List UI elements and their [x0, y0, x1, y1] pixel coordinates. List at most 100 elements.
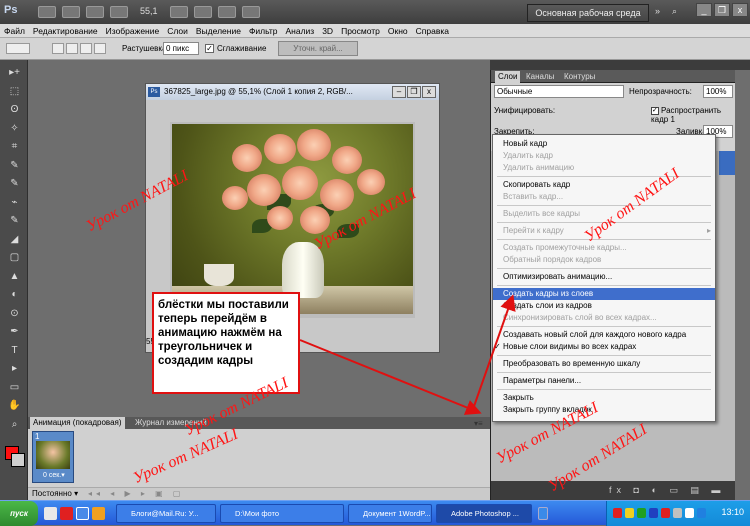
new-selection-icon[interactable]	[52, 43, 64, 54]
tray-network-icon[interactable]	[697, 508, 706, 518]
propagate-check-icon[interactable]: ✓	[651, 106, 659, 115]
arrange-documents-icon[interactable]	[218, 6, 236, 18]
menu-help[interactable]: Справка	[412, 24, 453, 38]
menu-image[interactable]: Изображение	[102, 24, 164, 38]
menu-file[interactable]: Файл	[0, 24, 29, 38]
document-restore-button[interactable]: ❐	[407, 86, 421, 98]
taskbar-item-folder[interactable]: D:\Мои фото	[220, 504, 344, 523]
tray-icon[interactable]	[649, 508, 658, 518]
lasso-preset-icon[interactable]	[6, 43, 30, 54]
clock[interactable]: 13:10	[721, 507, 744, 517]
start-button[interactable]: пуск	[0, 501, 38, 526]
workspace-switcher[interactable]: Основная рабочая среда	[527, 4, 649, 22]
mini-bridge-icon[interactable]	[62, 6, 80, 18]
selected-layer-row[interactable]	[719, 151, 735, 175]
tool-icon[interactable]: ✋	[7, 399, 22, 413]
menu-view[interactable]: Просмотр	[337, 24, 384, 38]
tray-opera-icon[interactable]	[613, 508, 622, 518]
zoom-level[interactable]: 55,1	[140, 6, 158, 16]
menu-edit[interactable]: Редактирование	[29, 24, 102, 38]
menu-item[interactable]: Создать кадры из слоев	[493, 288, 715, 300]
intersect-selection-icon[interactable]	[94, 43, 106, 54]
feather-input[interactable]: 0 пикс	[163, 42, 199, 55]
menu-item[interactable]: Закрыть группу вкладок	[493, 404, 715, 416]
tool-icon[interactable]: ▸+	[7, 66, 22, 80]
tool-icon[interactable]: ✎	[7, 159, 22, 173]
screen-mode-icon[interactable]	[242, 6, 260, 18]
menu-filter[interactable]: Фильтр	[245, 24, 282, 38]
tool-icon[interactable]: ⌁	[7, 196, 22, 210]
background-color-swatch[interactable]	[11, 453, 25, 467]
tool-icon[interactable]: ʘ	[7, 103, 22, 117]
frame-delay[interactable]: 0 сек.▾	[43, 471, 65, 479]
zoom-level-icon[interactable]	[110, 6, 128, 18]
tab-channels[interactable]: Каналы	[523, 71, 557, 83]
taskbar-item-word[interactable]: Документ 1WordP...	[348, 504, 432, 523]
subtract-selection-icon[interactable]	[80, 43, 92, 54]
close-button[interactable]: x	[732, 3, 748, 17]
workspace-more-icon[interactable]: »	[655, 6, 667, 18]
browser-icon[interactable]	[76, 507, 89, 520]
tool-icon[interactable]: ⌗	[7, 140, 22, 154]
tool-icon[interactable]: ⬚	[7, 85, 22, 99]
taskbar-more-icon[interactable]	[538, 507, 548, 520]
document-close-button[interactable]: x	[422, 86, 436, 98]
animation-panel-menu-icon[interactable]: ▾≡	[474, 419, 486, 428]
animation-frame[interactable]: 1 0 сек.▾	[32, 431, 74, 483]
menu-window[interactable]: Окно	[384, 24, 412, 38]
tab-paths[interactable]: Контуры	[561, 71, 598, 83]
tab-layers[interactable]: Слои	[495, 71, 521, 83]
tray-icon[interactable]	[625, 508, 634, 518]
tool-icon[interactable]: ◐	[7, 288, 22, 302]
tool-icon[interactable]: ◢	[7, 233, 22, 247]
tool-icon[interactable]: ✎	[7, 177, 22, 191]
folder-icon[interactable]	[92, 507, 105, 520]
tool-icon[interactable]: ▲	[7, 270, 22, 284]
loop-select[interactable]: Постоянно ▾	[32, 489, 78, 498]
menu-item[interactable]: Создать слои из кадров	[493, 300, 715, 312]
menu-select[interactable]: Выделение	[192, 24, 245, 38]
menu-item[interactable]: Создавать новый слой для каждого нового …	[493, 329, 715, 341]
menu-layers[interactable]: Слои	[163, 24, 192, 38]
view-extras-icon[interactable]	[86, 6, 104, 18]
playback-buttons[interactable]: ◂◂ ◂ ▶ ▸ ▣ ▢	[88, 489, 184, 498]
restore-button[interactable]: ❐	[714, 3, 730, 17]
menu-item[interactable]: Закрыть	[493, 392, 715, 404]
tool-icon[interactable]: ▢	[7, 251, 22, 265]
layers-bottom-icons[interactable]: fx ◘ ◐ ▭ ▤ ▬	[491, 481, 735, 500]
menu-item[interactable]: Новый кадр	[493, 138, 715, 150]
tab-animation[interactable]: Анимация (покадровая)	[30, 417, 125, 429]
tray-volume-icon[interactable]	[685, 508, 694, 518]
menu-item[interactable]: Преобразовать во временную шкалу	[493, 358, 715, 370]
tool-icon[interactable]: ✒	[7, 325, 22, 339]
propagate-frame-checkbox[interactable]: ✓ Распространить кадр 1	[651, 106, 735, 124]
tool-icon[interactable]: ✧	[7, 122, 22, 136]
refine-edge-button[interactable]: Уточн. край...	[278, 41, 358, 56]
antialias-checkbox[interactable]: ✓	[205, 44, 214, 53]
tray-icon[interactable]	[673, 508, 682, 518]
tray-icon[interactable]	[637, 508, 646, 518]
rotate-view-icon[interactable]	[194, 6, 212, 18]
add-selection-icon[interactable]	[66, 43, 78, 54]
tool-icon[interactable]: ⊙	[7, 307, 22, 321]
minimize-button[interactable]: _	[696, 3, 712, 17]
menu-item[interactable]: Новые слои видимы во всех кадрах ✓	[493, 341, 715, 353]
hand-tool-icon[interactable]	[170, 6, 188, 18]
tool-icon[interactable]: T	[7, 344, 22, 358]
bridge-icon[interactable]	[38, 6, 56, 18]
opacity-input[interactable]: 100%	[703, 85, 733, 98]
tool-icon[interactable]: ⌕	[7, 418, 22, 432]
taskbar-item-photoshop[interactable]: Adobe Photoshop ...	[436, 504, 532, 523]
document-minimize-button[interactable]: ‒	[392, 86, 406, 98]
opera-icon[interactable]	[60, 507, 73, 520]
quicklaunch-icon[interactable]	[44, 507, 57, 520]
tray-icon[interactable]	[661, 508, 670, 518]
tool-icon[interactable]: ▸	[7, 362, 22, 376]
taskbar-item-mail[interactable]: Блоги@Mail.Ru: У...	[116, 504, 216, 523]
menu-item[interactable]: Оптимизировать анимацию...	[493, 271, 715, 283]
search-icon[interactable]: ⌕	[672, 6, 684, 18]
menu-analysis[interactable]: Анализ	[282, 24, 319, 38]
tool-icon[interactable]: ✎	[7, 214, 22, 228]
menu-item[interactable]: Параметры панели...	[493, 375, 715, 387]
tool-icon[interactable]: ▭	[7, 381, 22, 395]
